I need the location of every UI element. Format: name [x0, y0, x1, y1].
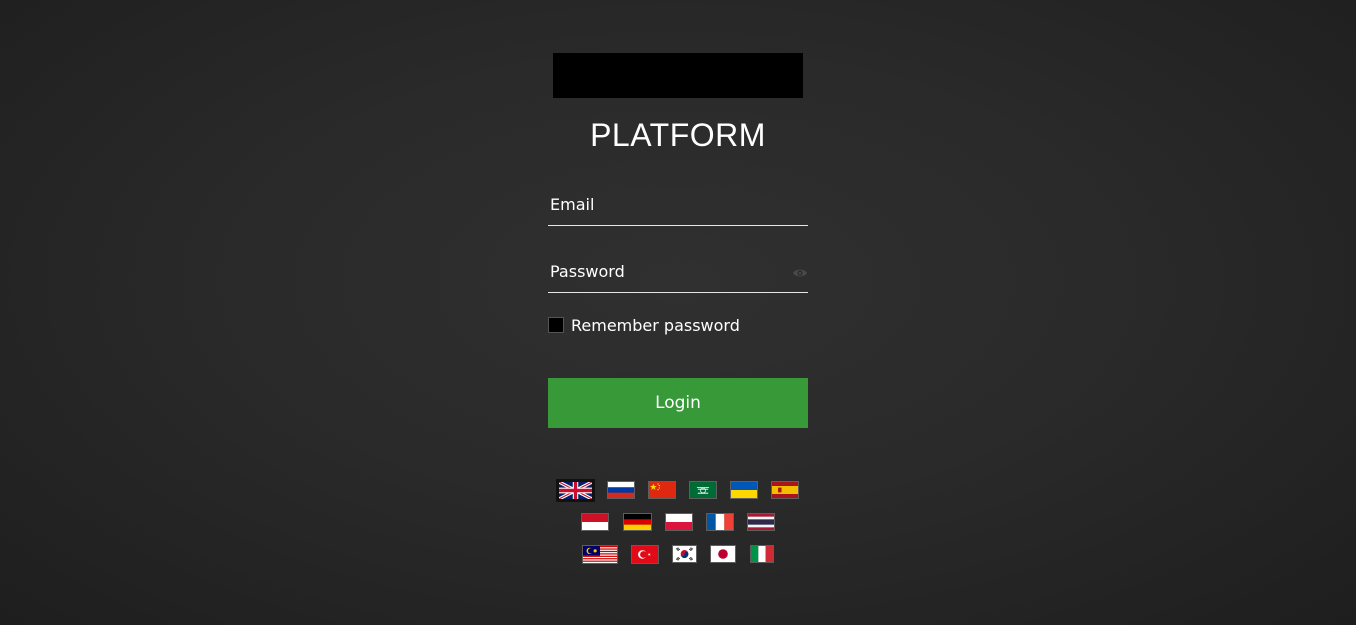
france-flag-icon[interactable] — [707, 514, 733, 530]
saudi-arabia-flag-icon[interactable] — [690, 482, 716, 498]
italy-flag-icon[interactable] — [751, 546, 773, 562]
remember-password-label: Remember password — [571, 315, 740, 335]
south-korea-flag-icon[interactable] — [673, 546, 696, 562]
spain-flag-icon[interactable] — [772, 482, 798, 498]
indonesia-flag-icon[interactable] — [582, 514, 608, 530]
password-field[interactable] — [548, 256, 786, 286]
malaysia-flag-icon[interactable] — [583, 546, 617, 563]
logo — [553, 53, 803, 98]
page-title: PLATFORM — [590, 117, 766, 153]
china-flag-icon[interactable] — [649, 482, 675, 498]
thailand-flag-icon[interactable] — [748, 514, 774, 530]
japan-flag-icon[interactable] — [711, 546, 735, 562]
eye-icon[interactable] — [792, 264, 808, 278]
password-field-container — [548, 256, 808, 293]
remember-password-checkbox[interactable]: Remember password — [548, 315, 740, 335]
russia-flag-icon[interactable] — [608, 482, 634, 498]
ukraine-flag-icon[interactable] — [731, 482, 757, 498]
email-field[interactable] — [548, 189, 786, 219]
email-field-container — [548, 189, 808, 226]
login-button[interactable]: Login — [548, 378, 808, 428]
turkey-flag-icon[interactable] — [632, 546, 658, 563]
uk-flag-icon[interactable] — [559, 482, 592, 499]
poland-flag-icon[interactable] — [666, 514, 692, 530]
germany-flag-icon[interactable] — [624, 514, 651, 530]
checkbox-icon[interactable] — [548, 317, 564, 333]
